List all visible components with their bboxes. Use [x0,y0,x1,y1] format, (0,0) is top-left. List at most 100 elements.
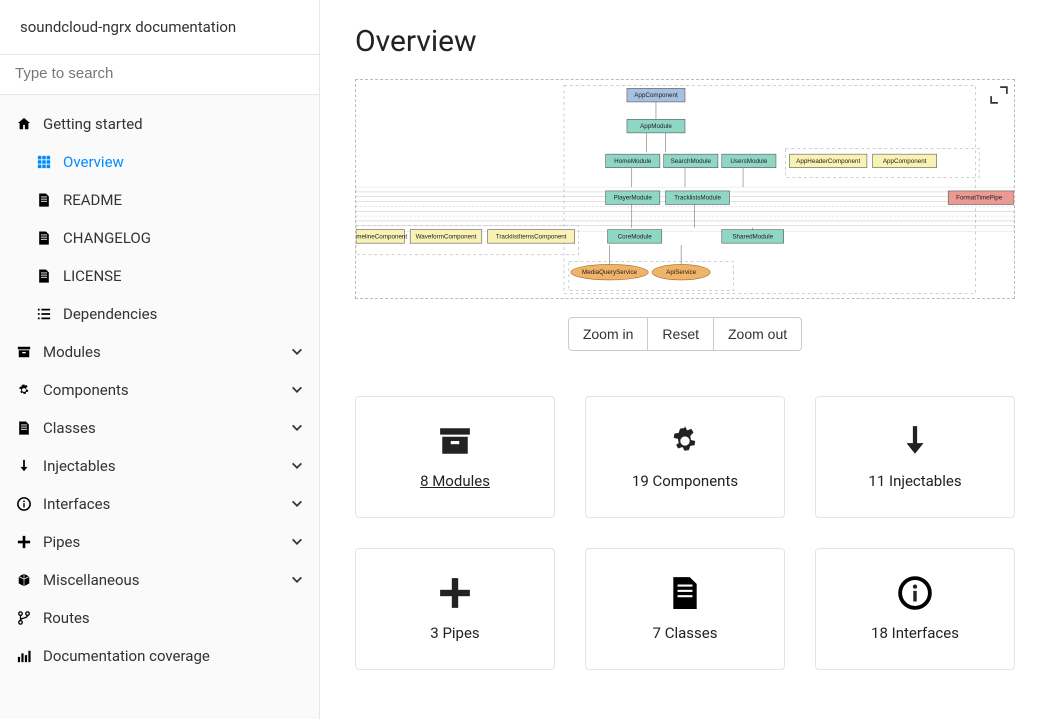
sidebar-item-injectables[interactable]: Injectables [0,447,319,485]
card-label: 7 Classes [653,624,718,642]
sidebar-item-label: README [63,191,304,209]
sidebar-item-documentation-coverage[interactable]: Documentation coverage [0,637,319,675]
list-icon [35,307,53,321]
svg-text:TracklistsModule: TracklistsModule [674,195,721,202]
sidebar-item-components[interactable]: Components [0,371,319,409]
search-input[interactable] [15,65,304,82]
plus-icon [438,576,472,610]
expand-icon[interactable] [990,86,1008,104]
grid-icon [35,155,53,169]
bars-icon [15,649,33,663]
sidebar-item-label: LICENSE [63,267,304,285]
sidebar-item-license[interactable]: LICENSE [0,257,319,295]
svg-text:WaveformComponent: WaveformComponent [416,233,477,240]
sidebar-menu: Getting started Overview README CHANGELOG LI… [0,95,319,719]
zoom-button-group: Zoom in Reset Zoom out [355,317,1015,351]
chevron-down-icon [290,383,304,397]
chevron-down-icon [290,535,304,549]
sidebar-item-modules[interactable]: Modules [0,333,319,371]
gear-icon [668,424,702,458]
card-label: 19 Components [632,472,738,490]
sidebar-item-miscellaneous[interactable]: Miscellaneous [0,561,319,599]
archive-icon [15,345,33,359]
home-icon [15,117,33,131]
svg-text:AppModule: AppModule [640,123,672,130]
svg-text:SearchModule: SearchModule [671,158,712,165]
gear-icon [15,383,33,397]
file-icon [668,576,702,610]
page-title: Overview [355,24,1015,59]
reset-button[interactable]: Reset [648,317,714,351]
card--components[interactable]: 19 Components [585,396,785,518]
sidebar-item-readme[interactable]: README [0,181,319,219]
svg-text:PlayerModule: PlayerModule [614,195,653,202]
chevron-down-icon [290,345,304,359]
zoom-in-button[interactable]: Zoom in [568,317,649,351]
card-label: 11 Injectables [868,472,961,490]
sidebar-item-dependencies[interactable]: Dependencies [0,295,319,333]
svg-text:TimelineComponent: TimelineComponent [356,233,407,240]
sidebar-item-changelog[interactable]: CHANGELOG [0,219,319,257]
sidebar-item-routes[interactable]: Routes [0,599,319,637]
chevron-down-icon [290,459,304,473]
card-label: 8 Modules [420,472,490,490]
sidebar-item-getting-started[interactable]: Getting started [0,105,319,143]
card--interfaces[interactable]: 18 Interfaces [815,548,1015,670]
app-title: soundcloud-ngrx documentation [0,0,319,54]
sidebar-item-label: Interfaces [43,495,290,513]
diagram-svg: AppComponent AppModule HomeModule Search… [356,80,1014,298]
zoom-out-button[interactable]: Zoom out [714,317,802,351]
svg-text:TracklistItemsComponent: TracklistItemsComponent [496,233,567,240]
card--modules[interactable]: 8 Modules [355,396,555,518]
sidebar: soundcloud-ngrx documentation Getting st… [0,0,320,719]
sidebar-item-label: Components [43,381,290,399]
search-wrap [0,54,319,95]
chevron-down-icon [290,421,304,435]
svg-text:AppHeaderComponent: AppHeaderComponent [796,158,860,165]
sidebar-item-label: Classes [43,419,290,437]
svg-text:FormatTimePipe: FormatTimePipe [956,195,1003,202]
sidebar-item-label: Miscellaneous [43,571,290,589]
chevron-down-icon [290,497,304,511]
svg-text:ApiService: ApiService [666,269,696,276]
arrow-down-icon [898,424,932,458]
svg-text:CoreModule: CoreModule [618,233,653,240]
file-icon [35,193,53,207]
sidebar-item-label: Overview [63,153,304,171]
card--classes[interactable]: 7 Classes [585,548,785,670]
branch-icon [15,611,33,625]
sidebar-item-label: Documentation coverage [43,647,304,665]
card--pipes[interactable]: 3 Pipes [355,548,555,670]
plus-icon [15,535,33,549]
cube-icon [15,573,33,587]
card--injectables[interactable]: 11 Injectables [815,396,1015,518]
svg-text:AppComponent: AppComponent [883,158,927,165]
sidebar-item-label: Getting started [43,115,304,133]
svg-text:UsersModule: UsersModule [730,158,767,165]
sidebar-item-label: CHANGELOG [63,229,304,247]
sidebar-item-label: Routes [43,609,304,627]
sidebar-item-label: Pipes [43,533,290,551]
file-icon [35,231,53,245]
file-icon [15,421,33,435]
sidebar-item-label: Injectables [43,457,290,475]
chevron-down-icon [290,573,304,587]
file-icon [35,269,53,283]
sidebar-item-label: Modules [43,343,290,361]
sidebar-item-label: Dependencies [63,305,304,323]
card-label: 3 Pipes [430,624,479,642]
sidebar-item-classes[interactable]: Classes [0,409,319,447]
main-content: Overview [320,0,1050,719]
sidebar-item-pipes[interactable]: Pipes [0,523,319,561]
info-icon [15,497,33,511]
sidebar-item-overview[interactable]: Overview [0,143,319,181]
svg-text:MediaQueryService: MediaQueryService [582,269,638,276]
svg-text:SharedModule: SharedModule [732,233,773,240]
overview-cards: 8 Modules 19 Components 11 Injectables 3 Pi… [355,396,1015,700]
archive-icon [438,424,472,458]
module-diagram[interactable]: AppComponent AppModule HomeModule Search… [355,79,1015,299]
info-icon [898,576,932,610]
svg-text:AppComponent: AppComponent [634,92,678,99]
card-label: 18 Interfaces [871,624,959,642]
sidebar-item-interfaces[interactable]: Interfaces [0,485,319,523]
